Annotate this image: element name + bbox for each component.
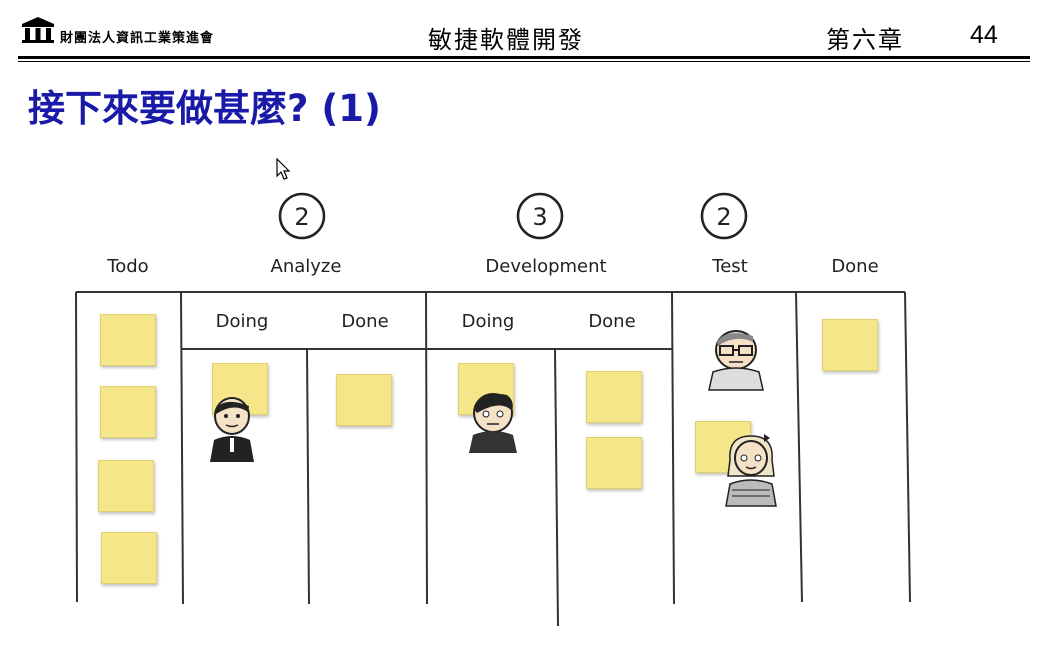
team-member-avatar [210, 397, 254, 462]
team-member-avatar [725, 434, 777, 507]
sticky-note-analyze-done[interactable] [336, 374, 392, 426]
wip-limit-development: 3 [516, 192, 564, 240]
development-done-header: Done [588, 311, 635, 332]
sticky-note-development-done[interactable] [586, 371, 642, 423]
sticky-note-todo[interactable] [101, 532, 157, 584]
column-header-todo: Todo [106, 256, 148, 277]
column-header-development: Development [485, 256, 606, 277]
wip-limit-test: 2 [700, 192, 748, 240]
svg-text:2: 2 [716, 203, 731, 231]
analyze-done-header: Done [341, 311, 388, 332]
sticky-note-todo[interactable] [98, 460, 154, 512]
column-header-test: Test [711, 256, 747, 277]
board-grid-lines [75, 291, 911, 627]
sticky-note-todo[interactable] [100, 314, 156, 366]
kanban-board: 2 3 2 Todo Analyze Development Test Done… [75, 192, 911, 627]
column-header-analyze: Analyze [271, 256, 342, 277]
team-member-avatar [469, 393, 517, 453]
sticky-note-todo[interactable] [100, 386, 156, 438]
sticky-note-done[interactable] [822, 319, 878, 371]
sticky-note-development-done[interactable] [586, 437, 642, 489]
svg-text:2: 2 [294, 203, 309, 231]
development-doing-header: Doing [462, 311, 515, 332]
mouse-pointer-icon [276, 158, 291, 180]
svg-text:3: 3 [532, 203, 547, 231]
wip-limit-analyze: 2 [278, 192, 326, 240]
analyze-doing-header: Doing [216, 311, 269, 332]
column-header-done: Done [831, 256, 878, 277]
team-member-avatar [708, 330, 764, 391]
